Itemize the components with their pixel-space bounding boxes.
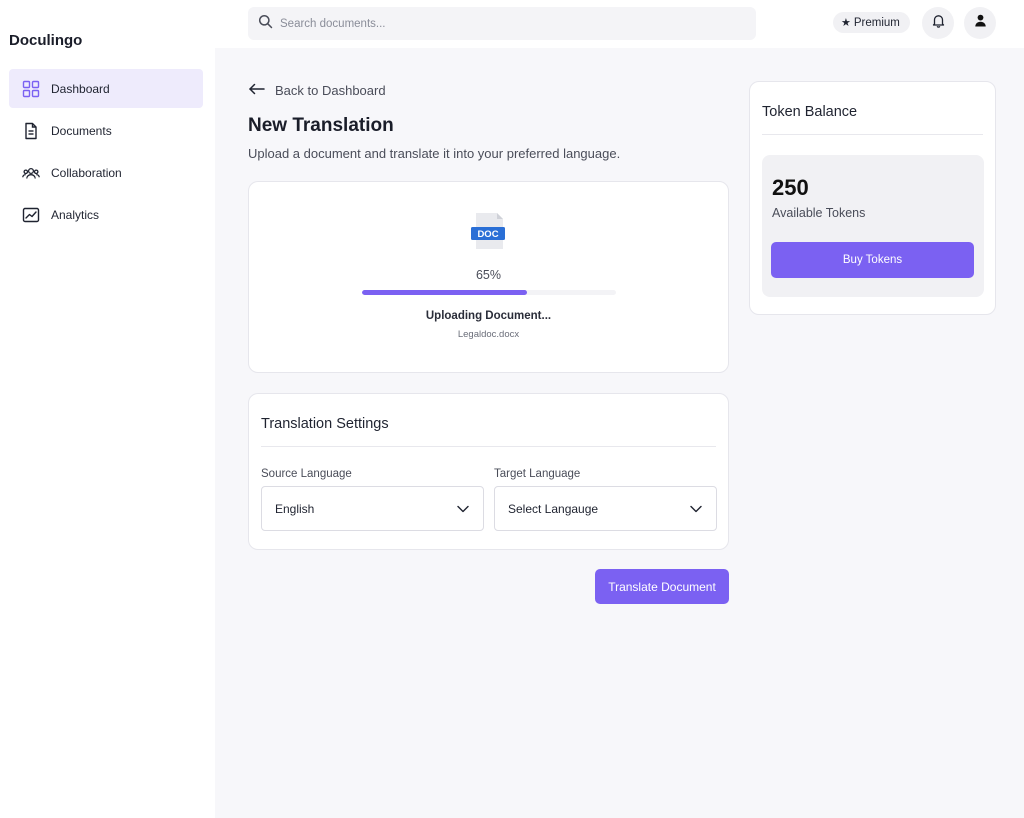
user-avatar-button[interactable] [964,7,996,39]
users-icon [22,164,40,182]
upload-card: DOC 65% Uploading Document... Legaldoc.d… [248,181,729,373]
source-language-value: English [275,501,315,516]
back-label: Back to Dashboard [275,83,386,98]
file-type-badge: DOC [477,229,498,240]
target-language-label: Target Language [494,468,581,480]
target-language-value: Select Langauge [508,501,599,516]
bell-icon [931,13,946,33]
topbar: ★ Premium [215,0,1024,48]
source-language-label: Source Language [261,468,352,480]
divider [762,134,983,135]
back-to-dashboard-link[interactable]: Back to Dashboard [248,82,386,99]
chevron-down-icon [689,502,703,516]
source-language-select[interactable]: English [261,486,484,531]
search-input[interactable] [280,17,740,30]
available-tokens-label: Available Tokens [772,206,866,220]
translation-settings-card: Translation Settings Source Language Eng… [248,393,729,550]
upload-progress-fill [362,290,528,295]
settings-title: Translation Settings [261,416,389,432]
sidebar: Doculingo Dashboard Documents Collaborat… [0,0,215,818]
star-icon: ★ [841,17,851,29]
doc-file-icon: DOC [471,212,507,250]
upload-progress-bar [362,290,616,295]
sidebar-item-label: Analytics [51,207,100,222]
buy-tokens-button[interactable]: Buy Tokens [771,242,974,278]
sidebar-item-dashboard[interactable]: Dashboard [9,69,203,108]
chevron-down-icon [456,502,470,516]
token-count: 250 [772,175,809,200]
sidebar-item-documents[interactable]: Documents [9,111,203,150]
sidebar-item-analytics[interactable]: Analytics [9,195,203,234]
sidebar-item-label: Documents [51,123,112,138]
token-balance-card: Token Balance 250 Available Tokens Buy T… [749,81,996,315]
sidebar-item-label: Dashboard [51,81,110,96]
user-icon [973,13,988,33]
app-logo: Doculingo [9,32,83,49]
notifications-button[interactable] [922,7,954,39]
arrow-left-icon [248,82,275,99]
page-subtitle: Upload a document and translate it into … [248,146,621,161]
sidebar-nav: Dashboard Documents Collaboration Analyt… [9,69,203,237]
page-title: New Translation [248,115,394,136]
sidebar-item-collaboration[interactable]: Collaboration [9,153,203,192]
upload-file-name: Legaldoc.docx [457,329,520,340]
divider [261,446,716,447]
token-summary: 250 Available Tokens Buy Tokens [762,155,984,297]
premium-badge[interactable]: ★ Premium [833,12,910,33]
grid-icon [22,80,40,98]
upload-status: Uploading Document... [425,310,552,322]
document-icon [22,122,40,140]
translate-document-button[interactable]: Translate Document [595,569,729,604]
premium-label: Premium [853,16,900,29]
search-icon [258,14,280,34]
search-bar[interactable] [248,7,756,40]
target-language-select[interactable]: Select Langauge [494,486,717,531]
sidebar-item-label: Collaboration [51,165,122,180]
upload-percent: 65% [475,268,502,282]
chart-icon [22,206,40,224]
token-balance-title: Token Balance [762,104,858,120]
